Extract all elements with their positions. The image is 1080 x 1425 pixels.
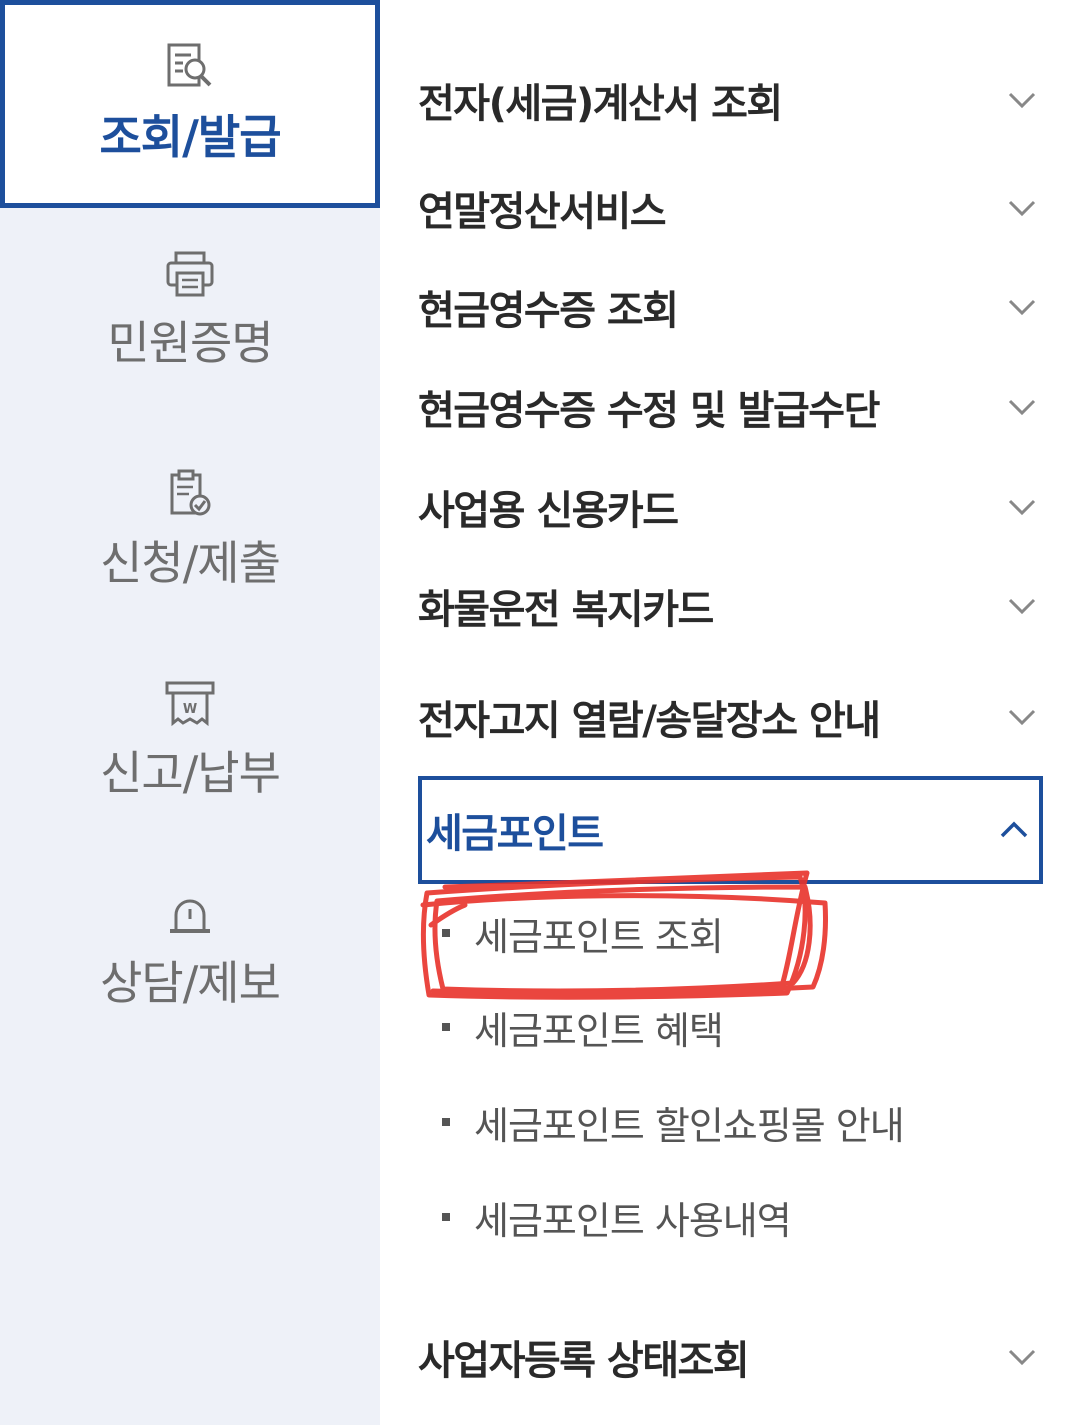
menu-item-business-credit-card[interactable]: 사업용 신용카드 bbox=[418, 457, 1043, 557]
menu-item-label: 사업용 신용카드 bbox=[418, 488, 679, 534]
menu-item-label: 사업자등록 상태조회 bbox=[418, 1338, 750, 1384]
category-sidebar: 조회/발급 민원증명 신청/제출 W 신고/납부 상담/제보 bbox=[0, 0, 380, 1425]
category-label: 신청/제출 bbox=[100, 536, 281, 590]
menu-item-label: 전자고지 열람/송달장소 안내 bbox=[418, 698, 881, 744]
category-label: 상담/제보 bbox=[100, 956, 281, 1010]
menu-item-label: 현금영수증 조회 bbox=[418, 288, 679, 334]
clipboard-check-icon bbox=[170, 469, 211, 516]
menu-item-tax-point[interactable]: 세금포인트 bbox=[418, 776, 1043, 884]
category-label: 민원증명 bbox=[107, 316, 273, 370]
chevron-down-icon bbox=[1008, 499, 1036, 516]
chevron-down-icon bbox=[1008, 1349, 1036, 1366]
app-root: 조회/발급 민원증명 신청/제출 W 신고/납부 상담/제보 전자(세금)계산서… bbox=[0, 0, 1080, 1425]
chevron-down-icon bbox=[1008, 709, 1036, 726]
chevron-down-icon bbox=[1008, 598, 1036, 615]
category-report-pay[interactable]: W 신고/납부 bbox=[0, 665, 380, 815]
sub-item-tax-point-history[interactable]: 세금포인트 사용내역 bbox=[442, 1177, 962, 1257]
chevron-up-icon bbox=[1000, 821, 1028, 838]
chevron-down-icon bbox=[1008, 200, 1036, 217]
sub-item-label: 세금포인트 조회 bbox=[474, 914, 724, 959]
chevron-down-icon bbox=[1008, 92, 1036, 109]
category-label: 조회/발급 bbox=[99, 110, 281, 164]
sub-item-label: 세금포인트 혜택 bbox=[474, 1008, 724, 1053]
bullet bbox=[442, 1118, 450, 1126]
sub-item-label: 세금포인트 사용내역 bbox=[474, 1198, 792, 1243]
menu-item-e-invoice[interactable]: 전자(세금)계산서 조회 bbox=[418, 50, 1043, 150]
category-consult-report[interactable]: 상담/제보 bbox=[0, 875, 380, 1025]
menu-item-label: 전자(세금)계산서 조회 bbox=[418, 81, 783, 127]
bullet bbox=[442, 1213, 450, 1221]
menu-item-label: 현금영수증 수정 및 발급수단 bbox=[418, 388, 880, 434]
printer-icon bbox=[166, 251, 214, 297]
chevron-down-icon bbox=[1008, 299, 1036, 316]
search-document-icon bbox=[167, 43, 212, 87]
menu-item-business-status[interactable]: 사업자등록 상태조회 bbox=[418, 1307, 1043, 1407]
chevron-down-icon bbox=[1008, 399, 1036, 416]
menu-panel: 전자(세금)계산서 조회 연말정산서비스 현금영수증 조회 현금영수증 수정 및… bbox=[380, 0, 1080, 1425]
menu-item-label: 세금포인트 bbox=[426, 811, 604, 857]
sub-item-tax-point-benefits[interactable]: 세금포인트 혜택 bbox=[442, 987, 962, 1067]
alarm-bell-icon bbox=[170, 899, 210, 933]
menu-item-label: 연말정산서비스 bbox=[418, 189, 667, 235]
menu-item-cash-receipt-edit[interactable]: 현금영수증 수정 및 발급수단 bbox=[418, 357, 1043, 457]
menu-item-e-notice[interactable]: 전자고지 열람/송달장소 안내 bbox=[418, 667, 1043, 767]
category-civil-certificate[interactable]: 민원증명 bbox=[0, 240, 380, 380]
bullet bbox=[442, 929, 450, 937]
menu-item-cash-receipt-lookup[interactable]: 현금영수증 조회 bbox=[418, 257, 1043, 357]
category-lookup-issue[interactable]: 조회/발급 bbox=[0, 0, 380, 208]
sub-item-tax-point-lookup[interactable]: 세금포인트 조회 bbox=[442, 893, 962, 973]
sub-item-tax-point-mall[interactable]: 세금포인트 할인쇼핑몰 안내 bbox=[442, 1082, 962, 1162]
bullet bbox=[442, 1023, 450, 1031]
category-apply-submit[interactable]: 신청/제출 bbox=[0, 455, 380, 605]
category-label: 신고/납부 bbox=[100, 746, 281, 800]
receipt-won-icon: W bbox=[165, 681, 215, 727]
menu-item-freight-welfare-card[interactable]: 화물운전 복지카드 bbox=[418, 556, 1043, 656]
menu-item-label: 화물운전 복지카드 bbox=[418, 587, 714, 633]
menu-item-year-end-settlement[interactable]: 연말정산서비스 bbox=[418, 158, 1043, 258]
svg-text:W: W bbox=[183, 702, 197, 717]
sub-item-label: 세금포인트 할인쇼핑몰 안내 bbox=[474, 1103, 905, 1148]
